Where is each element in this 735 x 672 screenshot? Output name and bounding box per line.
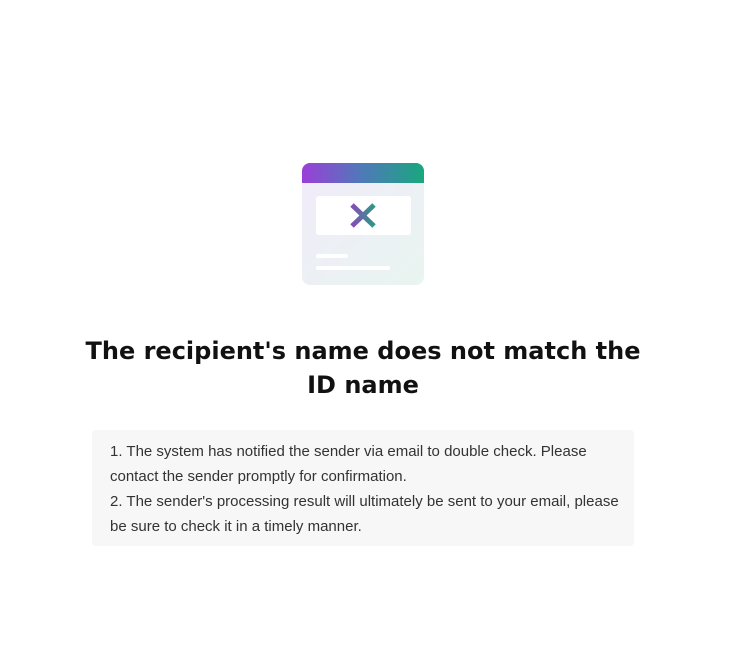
error-page: The recipient's name does not match the … bbox=[0, 0, 735, 672]
browser-window-error-icon bbox=[302, 163, 424, 285]
page-title: The recipient's name does not match the … bbox=[85, 337, 641, 399]
notice-box: 1. The system has notified the sender vi… bbox=[92, 430, 634, 546]
notice-line-1: 1. The system has notified the sender vi… bbox=[110, 443, 587, 485]
notice-line-2: 2. The sender's processing result will u… bbox=[110, 493, 619, 535]
